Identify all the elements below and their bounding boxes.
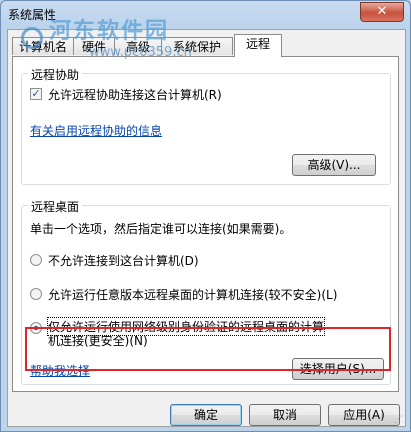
dialog-client-area: 计算机名 硬件 高级 系统保护 远程 远程协助 ✓ 允许远程协助连接这台计算机(… bbox=[7, 29, 406, 427]
resize-grip-icon[interactable]: ⋰ bbox=[394, 415, 404, 425]
remote-desktop-title: 远程桌面 bbox=[28, 198, 83, 215]
allow-remote-assistance-label[interactable]: 允许远程协助连接这台计算机(R) bbox=[48, 86, 222, 103]
tab-system-protection[interactable]: 系统保护 bbox=[161, 37, 233, 55]
ok-button[interactable]: 确定 bbox=[170, 404, 242, 426]
highlight-annotation-box bbox=[25, 327, 391, 371]
advanced-button[interactable]: 高级(V)... bbox=[292, 154, 376, 176]
title-bar[interactable]: 系统属性 ✕ bbox=[1, 1, 410, 27]
radio-deny-connections-label[interactable]: 不允许连接到这台计算机(D) bbox=[48, 252, 199, 269]
remote-assistance-group: 远程协助 ✓ 允许远程协助连接这台计算机(R) 有关启用远程协助的信息 高级(V… bbox=[21, 66, 391, 185]
allow-remote-assistance-checkbox[interactable]: ✓ bbox=[30, 88, 42, 100]
window-title: 系统属性 bbox=[8, 8, 57, 22]
close-button[interactable]: ✕ bbox=[360, 2, 404, 22]
radio-allow-any-version-label[interactable]: 允许运行任意版本远程桌面的计算机连接(较不安全)(L) bbox=[48, 286, 337, 303]
cancel-button[interactable]: 取消 bbox=[249, 404, 321, 426]
system-properties-window: 系统属性 ✕ 计算机名 硬件 高级 系统保护 远程 远程协助 ✓ 允许远程协助连… bbox=[0, 0, 411, 432]
tab-advanced[interactable]: 高级 bbox=[114, 37, 162, 55]
radio-allow-any-version[interactable] bbox=[30, 288, 42, 300]
apply-button[interactable]: 应用(A) bbox=[328, 404, 400, 426]
remote-assistance-title: 远程协助 bbox=[28, 66, 83, 83]
remote-desktop-instruction: 单击一个选项，然后指定谁可以连接(如果需要)。 bbox=[30, 222, 292, 236]
watermark-logo-icon bbox=[21, 27, 43, 49]
remote-tab-page: 远程协助 ✓ 允许远程协助连接这台计算机(R) 有关启用远程协助的信息 高级(V… bbox=[12, 56, 399, 392]
remote-assistance-info-link[interactable]: 有关启用远程协助的信息 bbox=[30, 122, 162, 139]
tab-remote[interactable]: 远程 bbox=[234, 34, 282, 57]
radio-deny-connections[interactable] bbox=[30, 254, 42, 266]
tab-hardware[interactable]: 硬件 bbox=[73, 37, 115, 55]
